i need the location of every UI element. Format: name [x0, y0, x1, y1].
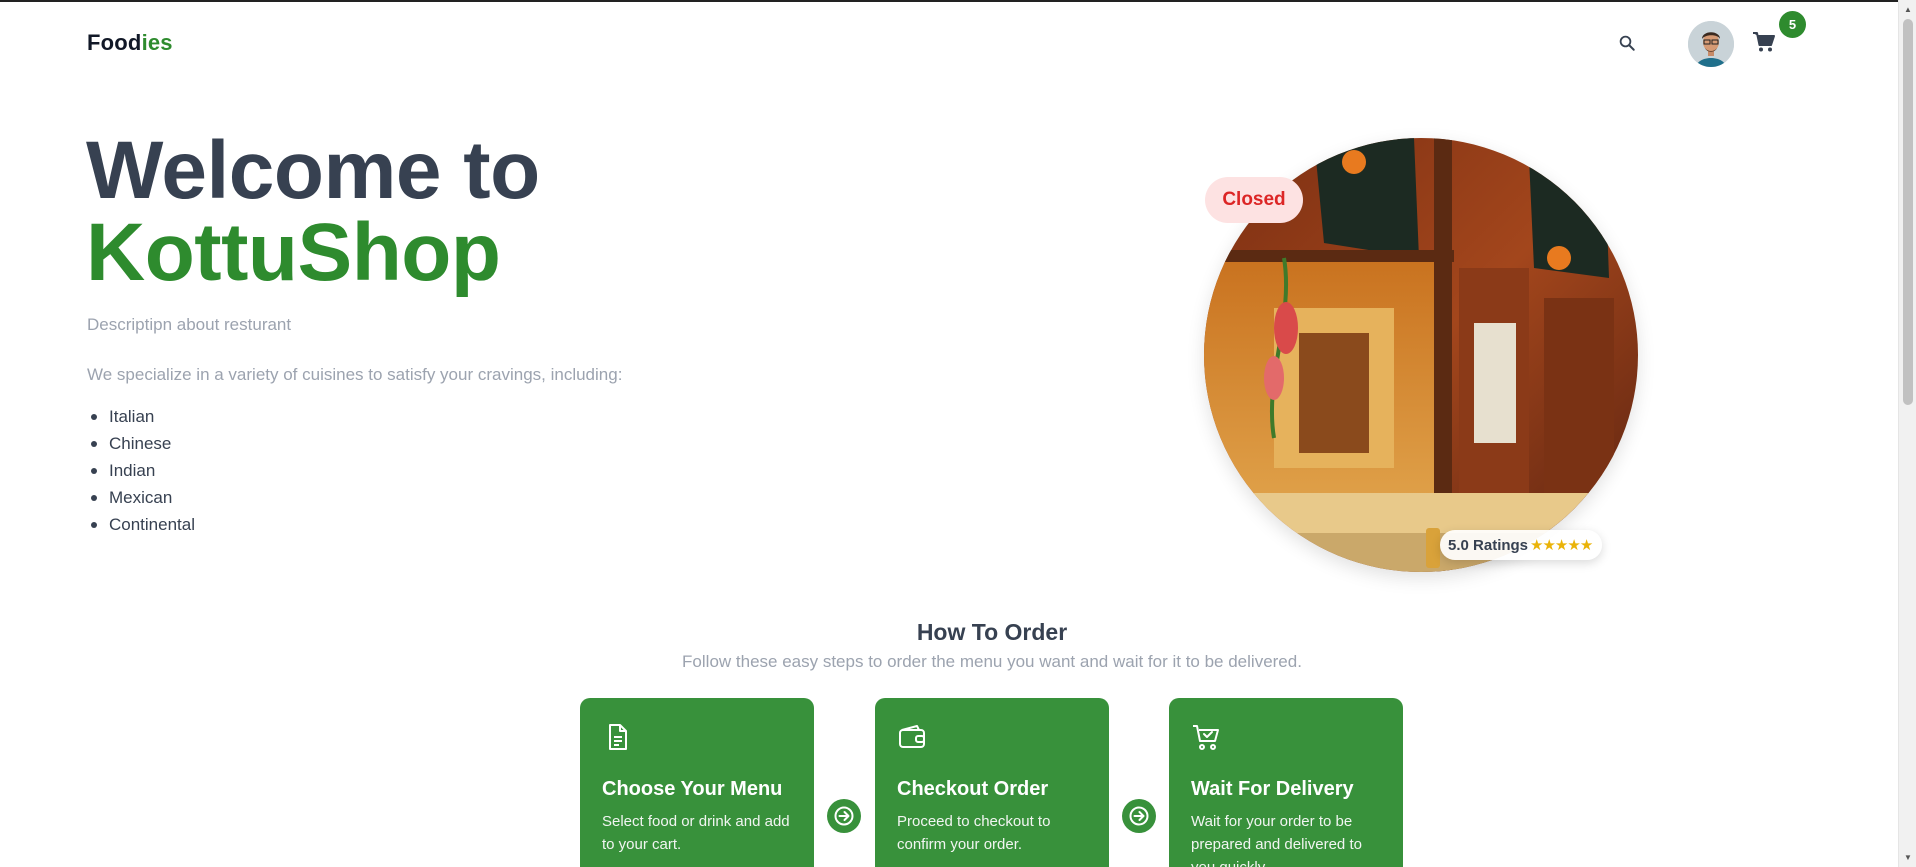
step-card-choose-menu: Choose Your Menu Select food or drink an…: [580, 698, 814, 867]
cuisine-list: Italian Chinese Indian Mexican Continent…: [87, 403, 195, 538]
logo-part-food: Food: [87, 30, 142, 55]
page: Foodies 5 Welcome to KottuShop Descripti…: [0, 0, 1898, 867]
list-item: Continental: [87, 511, 195, 538]
cart-icon: [1753, 32, 1775, 52]
list-item: Chinese: [87, 430, 195, 457]
cart-check-icon: [1193, 725, 1219, 750]
step-text: Proceed to checkout to confirm your orde…: [897, 813, 1051, 853]
restaurant-description: Descriptipn about resturant: [87, 315, 292, 334]
step-text: Wait for your order to be prepared and d…: [1191, 813, 1362, 867]
scroll-up-icon[interactable]: ▲: [1903, 4, 1913, 14]
step-text: Select food or drink and add to your car…: [602, 813, 790, 853]
restaurant-name: KottuShop: [86, 207, 501, 298]
search-icon: [1619, 35, 1635, 51]
step-card-delivery: Wait For Delivery Wait for your order to…: [1169, 698, 1403, 867]
scrollbar-thumb[interactable]: [1903, 19, 1913, 405]
arrow-right-icon: [827, 799, 861, 833]
vertical-scrollbar[interactable]: ▲ ▼: [1898, 0, 1916, 867]
scroll-down-icon[interactable]: ▼: [1903, 852, 1913, 862]
logo[interactable]: Foodies: [87, 30, 173, 56]
list-item: Mexican: [87, 484, 195, 511]
how-to-order-title: How To Order: [916, 619, 1068, 645]
star-rating-icon: ★★★★★: [1530, 537, 1593, 554]
list-item: Italian: [87, 403, 195, 430]
document-icon: [609, 724, 627, 750]
cart-count-badge: 5: [1779, 11, 1806, 38]
status-badge: Closed: [1205, 177, 1303, 223]
logo-part-ies: ies: [141, 30, 173, 55]
avatar[interactable]: [1688, 21, 1734, 67]
step-title: Checkout Order: [897, 778, 1049, 800]
wallet-icon: [899, 725, 925, 748]
cuisine-intro: We specialize in a variety of cuisines t…: [87, 365, 623, 384]
cart-button[interactable]: [1750, 28, 1778, 56]
step-card-checkout: Checkout Order Proceed to checkout to co…: [875, 698, 1109, 867]
hero-title-line1: Welcome to: [86, 125, 540, 216]
rating-badge: 5.0 Ratings ★★★★★: [1440, 530, 1603, 560]
step-title: Wait For Delivery: [1191, 778, 1354, 800]
list-item: Indian: [87, 457, 195, 484]
rating-text: 5.0 Ratings: [1448, 536, 1529, 554]
hero-title: Welcome to KottuShop: [86, 130, 540, 294]
search-button[interactable]: [1615, 31, 1639, 55]
step-title: Choose Your Menu: [602, 778, 783, 800]
arrow-right-icon: [1122, 799, 1156, 833]
how-to-order-subtitle: Follow these easy steps to order the men…: [682, 652, 1302, 671]
